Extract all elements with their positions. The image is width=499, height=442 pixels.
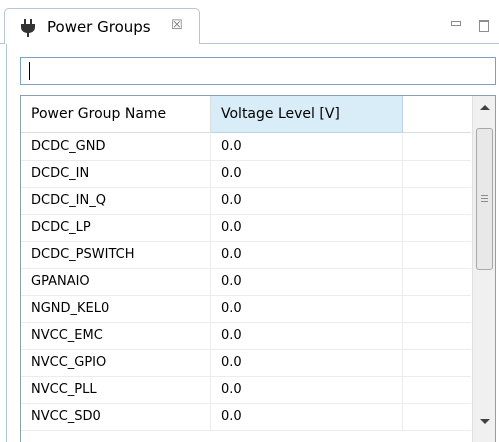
cell-power-group-name: NGND_KEL0 xyxy=(21,296,211,322)
cell-power-group-name: DCDC_PSWITCH xyxy=(21,242,211,268)
cell-voltage-level[interactable]: 0.0 xyxy=(211,269,403,295)
cell-voltage-level[interactable]: 0.0 xyxy=(211,242,403,268)
cell-voltage-level[interactable]: 0.0 xyxy=(211,404,403,430)
cell-power-group-name: DCDC_LP xyxy=(21,215,211,241)
column-header-filler xyxy=(403,96,471,133)
table-header: Power Group Name Voltage Level [V] xyxy=(21,96,471,134)
cell-voltage-level[interactable]: 0.0 xyxy=(211,161,403,187)
cell-voltage-level[interactable]: 0.0 xyxy=(211,350,403,376)
close-icon[interactable]: ☒ xyxy=(171,18,183,33)
table-body: DCDC_GND 0.0 DCDC_IN 0.0 DCDC_IN_Q 0.0 DCDC_LP… xyxy=(21,134,471,431)
vertical-scrollbar[interactable] xyxy=(472,96,495,442)
table-row[interactable]: DCDC_IN_Q 0.0 xyxy=(21,188,471,215)
cell-voltage-level[interactable]: 0.0 xyxy=(211,188,403,214)
power-groups-table: Power Group Name Voltage Level [V] DCDC_… xyxy=(20,95,496,442)
grip-line xyxy=(481,201,488,202)
minimize-icon[interactable] xyxy=(451,21,461,26)
table-row[interactable]: DCDC_IN 0.0 xyxy=(21,161,471,188)
tab-title: Power Groups xyxy=(47,18,151,36)
scroll-up-arrow-icon[interactable] xyxy=(473,96,495,118)
tab-power-groups[interactable]: Power Groups ☒ xyxy=(4,8,200,44)
column-header-power-group-name[interactable]: Power Group Name xyxy=(21,96,211,133)
table-row[interactable]: NVCC_GPIO 0.0 xyxy=(21,350,471,377)
table-row[interactable]: NVCC_PLL 0.0 xyxy=(21,377,471,404)
grip-line xyxy=(481,195,488,196)
table-row[interactable]: DCDC_LP 0.0 xyxy=(21,215,471,242)
cell-power-group-name: DCDC_GND xyxy=(21,134,211,160)
table-row[interactable]: NGND_KEL0 0.0 xyxy=(21,296,471,323)
cell-voltage-level[interactable]: 0.0 xyxy=(211,134,403,160)
cell-power-group-name: NVCC_EMC xyxy=(21,323,211,349)
power-plug-icon xyxy=(21,19,35,37)
table-row[interactable]: GPANAIO 0.0 xyxy=(21,269,471,296)
scroll-down-arrow-icon[interactable] xyxy=(473,412,495,434)
cell-power-group-name: DCDC_IN_Q xyxy=(21,188,211,214)
cell-voltage-level[interactable]: 0.0 xyxy=(211,323,403,349)
table-row[interactable]: DCDC_GND 0.0 xyxy=(21,134,471,161)
power-groups-view: Power Groups ☒ Power Group Name Voltage … xyxy=(0,0,499,442)
view-tab-bar: Power Groups ☒ xyxy=(0,0,499,44)
cell-power-group-name: GPANAIO xyxy=(21,269,211,295)
cell-voltage-level[interactable]: 0.0 xyxy=(211,296,403,322)
scrollbar-thumb[interactable] xyxy=(476,128,493,270)
filter-input[interactable] xyxy=(20,57,496,85)
table-row[interactable]: NVCC_EMC 0.0 xyxy=(21,323,471,350)
maximize-icon[interactable] xyxy=(479,20,489,32)
cell-power-group-name: NVCC_PLL xyxy=(21,377,211,403)
cell-power-group-name: NVCC_SD0 xyxy=(21,404,211,430)
cell-voltage-level[interactable]: 0.0 xyxy=(211,215,403,241)
table-row[interactable]: DCDC_PSWITCH 0.0 xyxy=(21,242,471,269)
text-caret xyxy=(29,62,30,80)
cell-power-group-name: DCDC_IN xyxy=(21,161,211,187)
grip-line xyxy=(481,198,488,199)
cell-voltage-level[interactable]: 0.0 xyxy=(211,377,403,403)
column-header-voltage-level[interactable]: Voltage Level [V] xyxy=(211,96,403,133)
cell-power-group-name: NVCC_GPIO xyxy=(21,350,211,376)
table-row[interactable]: NVCC_SD0 0.0 xyxy=(21,404,471,431)
